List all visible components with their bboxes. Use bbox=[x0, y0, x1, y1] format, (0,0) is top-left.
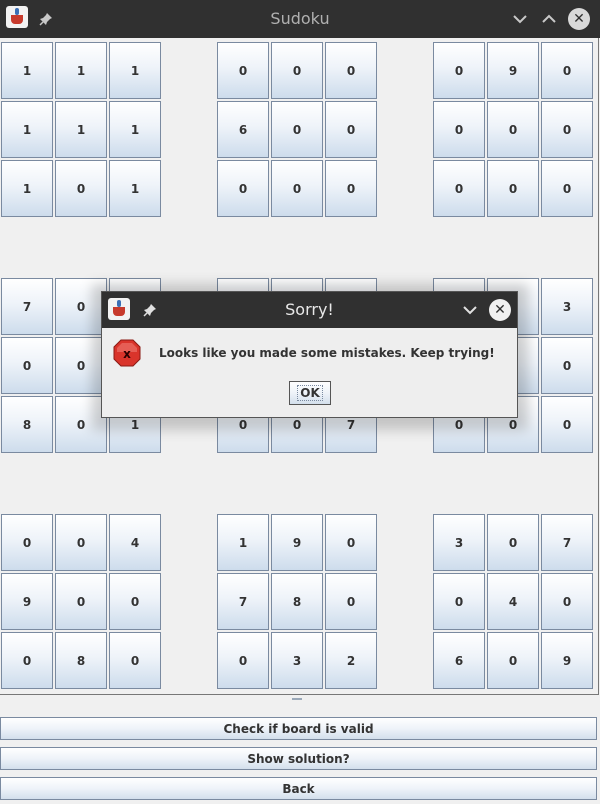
sudoku-cell[interactable]: 7 bbox=[1, 278, 53, 335]
ok-button[interactable]: OK bbox=[289, 381, 331, 405]
sudoku-cell[interactable]: 3 bbox=[433, 514, 485, 571]
ok-label: OK bbox=[297, 385, 323, 401]
sudoku-cell[interactable]: 0 bbox=[325, 42, 377, 99]
dialog-titlebar: Sorry! ✕ bbox=[102, 292, 517, 328]
sudoku-cell[interactable]: 0 bbox=[55, 514, 107, 571]
sudoku-cell[interactable]: 0 bbox=[487, 632, 539, 689]
sudoku-cell[interactable]: 3 bbox=[271, 632, 323, 689]
sudoku-block: 090000000 bbox=[432, 41, 596, 219]
sudoku-cell[interactable]: 0 bbox=[55, 573, 107, 630]
sudoku-cell[interactable]: 0 bbox=[487, 514, 539, 571]
sudoku-cell[interactable]: 4 bbox=[109, 514, 161, 571]
dialog-message: Looks like you made some mistakes. Keep … bbox=[159, 346, 495, 360]
sudoku-cell[interactable]: 6 bbox=[433, 632, 485, 689]
sudoku-cell[interactable]: 0 bbox=[1, 632, 53, 689]
sudoku-cell[interactable]: 0 bbox=[217, 632, 269, 689]
minimize-icon[interactable] bbox=[459, 299, 481, 321]
sudoku-cell[interactable]: 0 bbox=[325, 573, 377, 630]
sudoku-cell[interactable]: 9 bbox=[271, 514, 323, 571]
maximize-icon[interactable] bbox=[538, 8, 560, 30]
sudoku-block: 000600000 bbox=[216, 41, 380, 219]
sudoku-cell[interactable]: 0 bbox=[433, 101, 485, 158]
close-icon[interactable]: ✕ bbox=[489, 299, 511, 321]
sudoku-cell[interactable]: 1 bbox=[1, 42, 53, 99]
error-dialog: Sorry! ✕ x Looks like you made some mist… bbox=[101, 291, 518, 418]
sudoku-cell[interactable]: 0 bbox=[55, 160, 107, 217]
sudoku-cell[interactable]: 4 bbox=[487, 573, 539, 630]
sudoku-block: 004900080 bbox=[0, 513, 164, 691]
sudoku-cell[interactable]: 1 bbox=[109, 101, 161, 158]
sudoku-cell[interactable]: 1 bbox=[55, 101, 107, 158]
sudoku-cell[interactable]: 0 bbox=[1, 337, 53, 394]
sudoku-cell[interactable]: 0 bbox=[541, 573, 593, 630]
sudoku-cell[interactable]: 3 bbox=[541, 278, 593, 335]
sudoku-cell[interactable]: 8 bbox=[271, 573, 323, 630]
sudoku-cell[interactable]: 9 bbox=[541, 632, 593, 689]
sudoku-cell[interactable]: 0 bbox=[433, 160, 485, 217]
sudoku-cell[interactable]: 0 bbox=[1, 514, 53, 571]
sudoku-cell[interactable]: 7 bbox=[217, 573, 269, 630]
sudoku-cell[interactable]: 0 bbox=[271, 160, 323, 217]
svg-text:x: x bbox=[123, 347, 131, 361]
sudoku-cell[interactable]: 8 bbox=[55, 632, 107, 689]
sudoku-cell[interactable]: 1 bbox=[1, 160, 53, 217]
sudoku-cell[interactable]: 1 bbox=[109, 160, 161, 217]
split-divider[interactable] bbox=[292, 698, 302, 700]
sudoku-cell[interactable]: 7 bbox=[541, 514, 593, 571]
sudoku-cell[interactable]: 8 bbox=[1, 396, 53, 453]
sudoku-cell[interactable]: 9 bbox=[487, 42, 539, 99]
sudoku-cell[interactable]: 1 bbox=[1, 101, 53, 158]
sudoku-block: 111111101 bbox=[0, 41, 164, 219]
sudoku-cell[interactable]: 0 bbox=[109, 632, 161, 689]
window-titlebar: Sudoku ✕ bbox=[0, 0, 600, 38]
sudoku-cell[interactable]: 0 bbox=[271, 42, 323, 99]
sudoku-cell[interactable]: 0 bbox=[325, 160, 377, 217]
sudoku-cell[interactable]: 0 bbox=[109, 573, 161, 630]
sudoku-cell[interactable]: 0 bbox=[487, 160, 539, 217]
sudoku-block: 307040609 bbox=[432, 513, 596, 691]
sudoku-cell[interactable]: 0 bbox=[433, 42, 485, 99]
sudoku-cell[interactable]: 0 bbox=[541, 160, 593, 217]
sudoku-cell[interactable]: 0 bbox=[433, 573, 485, 630]
sudoku-cell[interactable]: 0 bbox=[217, 42, 269, 99]
sudoku-cell[interactable]: 0 bbox=[487, 101, 539, 158]
sudoku-cell[interactable]: 1 bbox=[217, 514, 269, 571]
sudoku-cell[interactable]: 0 bbox=[541, 42, 593, 99]
sudoku-cell[interactable]: 9 bbox=[1, 573, 53, 630]
back-button[interactable]: Back bbox=[0, 777, 597, 800]
minimize-icon[interactable] bbox=[509, 8, 531, 30]
sudoku-cell[interactable]: 0 bbox=[325, 101, 377, 158]
sudoku-cell[interactable]: 6 bbox=[217, 101, 269, 158]
dialog-title: Sorry! bbox=[285, 300, 334, 319]
sudoku-cell[interactable]: 0 bbox=[541, 396, 593, 453]
sudoku-cell[interactable]: 0 bbox=[217, 160, 269, 217]
sudoku-cell[interactable]: 0 bbox=[541, 337, 593, 394]
sudoku-cell[interactable]: 0 bbox=[541, 101, 593, 158]
sudoku-cell[interactable]: 2 bbox=[325, 632, 377, 689]
sudoku-block: 190780032 bbox=[216, 513, 380, 691]
check-valid-button[interactable]: Check if board is valid bbox=[0, 717, 597, 740]
show-solution-button[interactable]: Show solution? bbox=[0, 747, 597, 770]
error-icon: x bbox=[113, 339, 141, 367]
sudoku-cell[interactable]: 0 bbox=[271, 101, 323, 158]
sudoku-cell[interactable]: 1 bbox=[55, 42, 107, 99]
close-icon[interactable]: ✕ bbox=[568, 8, 590, 30]
sudoku-cell[interactable]: 1 bbox=[109, 42, 161, 99]
sudoku-cell[interactable]: 0 bbox=[325, 514, 377, 571]
